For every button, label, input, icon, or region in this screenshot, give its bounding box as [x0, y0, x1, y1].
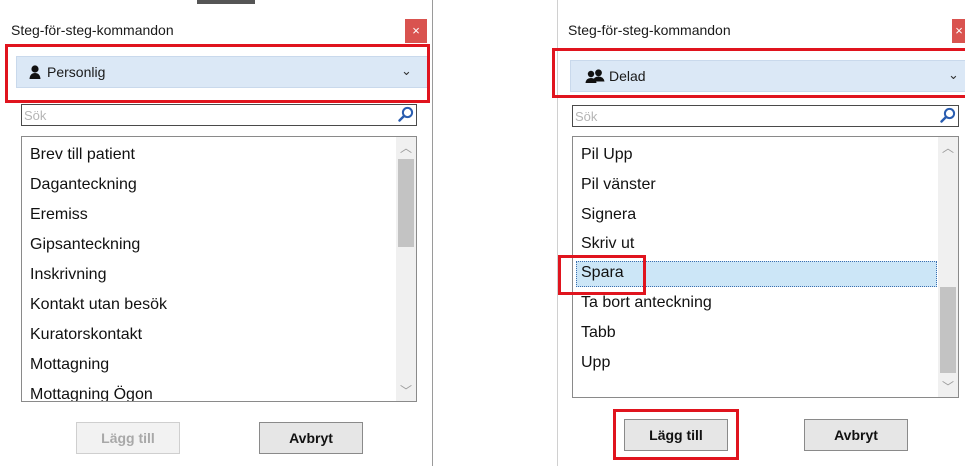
cancel-button[interactable]: Avbryt — [804, 419, 908, 451]
list-item[interactable]: Signera — [581, 206, 636, 224]
scrollbar-thumb[interactable] — [398, 159, 414, 247]
close-button[interactable]: × — [952, 19, 965, 43]
search-icon[interactable] — [398, 106, 414, 127]
left-dialog: Steg-för-steg-kommandon × Personlig ⌄ Br… — [0, 0, 433, 466]
scroll-up-icon[interactable]: ︿ — [938, 139, 958, 156]
list-item[interactable]: Ta bort anteckning — [581, 294, 712, 312]
list-item[interactable]: Inskrivning — [30, 266, 106, 284]
add-button[interactable]: Lägg till — [76, 422, 180, 454]
list-item[interactable]: Skriv ut — [581, 235, 634, 253]
search-field[interactable] — [21, 104, 417, 126]
dialog-title: Steg-för-steg-kommandon — [11, 22, 174, 38]
scroll-up-icon[interactable]: ︿ — [396, 139, 416, 156]
highlight-box — [5, 44, 430, 103]
scrollbar[interactable]: ︿ ﹀ — [938, 137, 958, 397]
scrollbar[interactable]: ︿ ﹀ — [396, 137, 416, 401]
list-item[interactable]: Eremiss — [30, 206, 88, 224]
list-item[interactable]: Brev till patient — [30, 146, 135, 164]
close-button[interactable]: × — [405, 19, 427, 43]
list-item[interactable]: Pil vänster — [581, 176, 656, 194]
top-decoration — [197, 0, 255, 4]
list-item[interactable]: Gipsanteckning — [30, 236, 140, 254]
highlight-box — [558, 255, 646, 295]
command-list[interactable]: Brev till patient Daganteckning Eremiss … — [21, 136, 417, 402]
cancel-button[interactable]: Avbryt — [259, 422, 363, 454]
list-item[interactable]: Daganteckning — [30, 176, 137, 194]
search-input[interactable] — [575, 107, 903, 125]
list-item[interactable]: Upp — [581, 354, 610, 372]
search-icon[interactable] — [940, 107, 956, 128]
search-input[interactable] — [24, 106, 359, 124]
scroll-down-icon[interactable]: ﹀ — [938, 378, 958, 395]
list-item[interactable]: Kontakt utan besök — [30, 296, 167, 314]
search-field[interactable] — [572, 105, 959, 127]
dialog-title: Steg-för-steg-kommandon — [568, 22, 731, 38]
scroll-down-icon[interactable]: ﹀ — [396, 382, 416, 399]
list-item[interactable]: Mottagning Ögon — [30, 386, 153, 401]
list-item[interactable]: Pil Upp — [581, 146, 633, 164]
highlight-box — [613, 409, 739, 460]
highlight-box — [552, 48, 965, 98]
list-item[interactable]: Mottagning — [30, 356, 109, 374]
list-item[interactable]: Tabb — [581, 324, 616, 342]
right-dialog: Steg-för-steg-kommandon × Delad ⌄ Pil Up… — [552, 0, 965, 466]
scrollbar-thumb[interactable] — [940, 287, 956, 373]
list-item[interactable]: Kuratorskontakt — [30, 326, 142, 344]
